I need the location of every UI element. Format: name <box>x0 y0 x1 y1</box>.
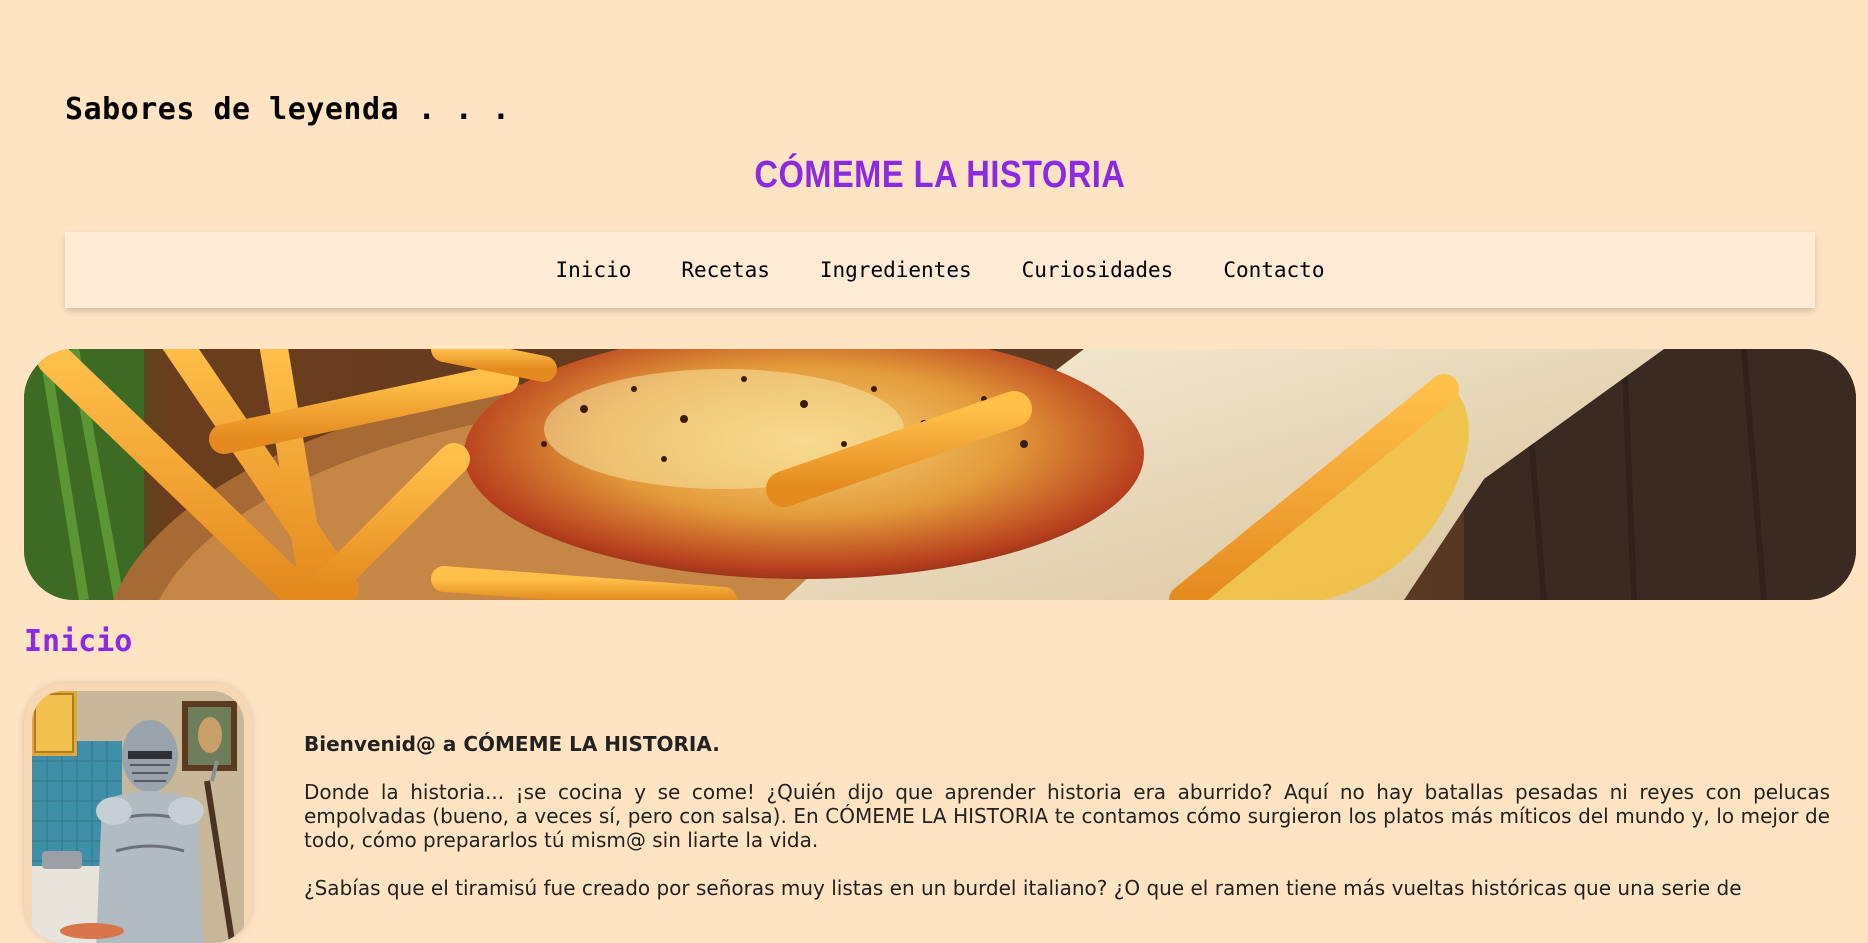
main-navigation: Inicio Recetas Ingredientes Curiosidades… <box>65 232 1815 308</box>
site-brand-title[interactable]: CÓMEME LA HISTORIA <box>131 154 1748 197</box>
nav-link-inicio[interactable]: Inicio <box>556 258 632 282</box>
hero-banner-image <box>24 349 1856 600</box>
nav-link-ingredientes[interactable]: Ingredientes <box>820 258 972 282</box>
welcome-heading: Bienvenid@ a CÓMEME LA HISTORIA. <box>304 732 720 756</box>
nav-link-contacto[interactable]: Contacto <box>1223 258 1324 282</box>
nav-link-recetas[interactable]: Recetas <box>681 258 770 282</box>
second-paragraph: ¿Sabías que el tiramisú fue creado por s… <box>304 876 1742 900</box>
section-title-inicio: Inicio <box>24 624 133 659</box>
intro-paragraph: Donde la historia... ¡se cocina y se com… <box>304 780 1830 852</box>
site-tagline: Sabores de leyenda . . . <box>65 92 511 127</box>
knight-portrait-image <box>24 683 252 943</box>
welcome-content: Bienvenid@ a CÓMEME LA HISTORIA. Donde l… <box>304 732 1830 924</box>
nav-link-curiosidades[interactable]: Curiosidades <box>1022 258 1174 282</box>
